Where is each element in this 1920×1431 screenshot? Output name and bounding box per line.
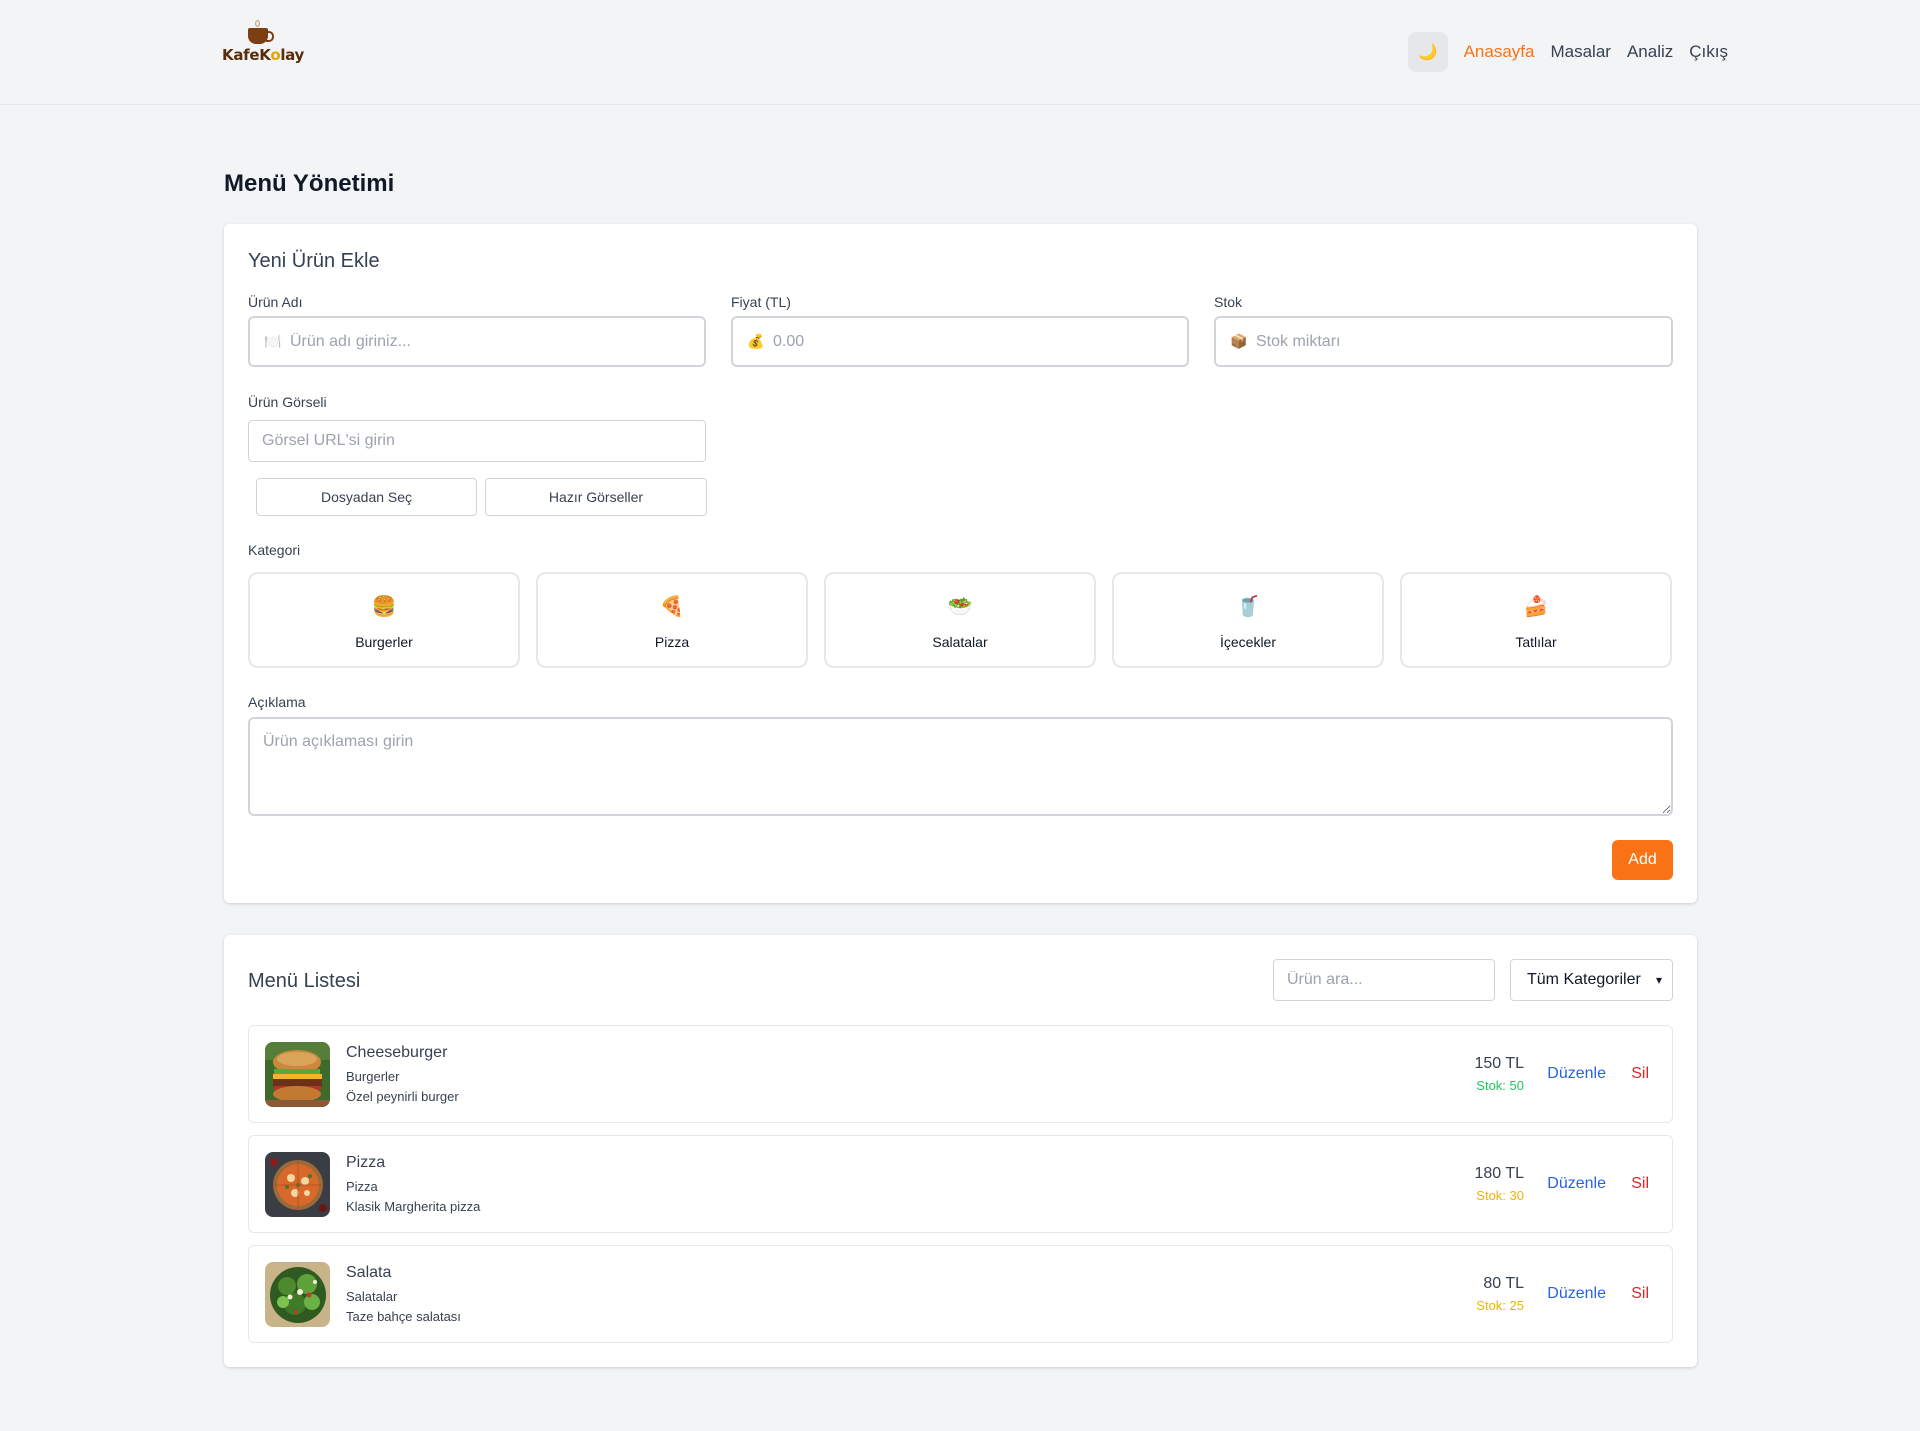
menu-item-category: Pizza — [346, 1179, 378, 1194]
menu-item-description: Özel peynirli burger — [346, 1089, 459, 1104]
burger-icon: 🍔 — [371, 596, 397, 618]
product-name-input[interactable] — [290, 332, 664, 351]
category-option-label: Pizza — [654, 634, 690, 650]
salad-icon: 🥗 — [947, 596, 973, 618]
menu-item-price: 150 TL — [1474, 1055, 1524, 1072]
delete-button[interactable]: Sil — [1631, 1065, 1649, 1083]
category-option-label: İçecekler — [1219, 634, 1277, 650]
menu-item-description: Klasik Margherita pizza — [346, 1199, 481, 1214]
product-search-input[interactable] — [1273, 959, 1495, 1001]
menu-item-name: Salata — [346, 1264, 392, 1281]
category-option-tatlilar[interactable]: 🍰 Tatlılar — [1400, 572, 1672, 668]
menu-item-stock: Stok: 50 — [1476, 1078, 1524, 1093]
choose-file-button[interactable]: Dosyadan Seç — [256, 478, 477, 516]
category-filter-value: Tüm Kategoriler — [1527, 971, 1641, 988]
menu-item-description: Taze bahçe salatası — [346, 1309, 461, 1324]
product-name-field[interactable]: 🍽️ — [248, 316, 706, 367]
package-icon: 📦 — [1230, 333, 1248, 349]
menu-list-title: Menü Listesi — [248, 970, 361, 992]
add-product-title: Yeni Ürün Ekle — [248, 250, 380, 272]
drink-icon: 🥤 — [1235, 596, 1261, 618]
add-product-card: Yeni Ürün Ekle Ürün Adı 🍽️ Fiyat (TL) 💰 … — [224, 224, 1697, 903]
nav-link-anasayfa[interactable]: Anasayfa — [1464, 42, 1535, 62]
category-option-icecekler[interactable]: 🥤 İçecekler — [1112, 572, 1384, 668]
menu-item-name: Cheeseburger — [346, 1044, 448, 1061]
category-option-salatalar[interactable]: 🥗 Salatalar — [824, 572, 1096, 668]
stock-label: Stok — [1214, 294, 1243, 310]
stock-input[interactable] — [1256, 332, 1631, 351]
cake-icon: 🍰 — [1523, 596, 1549, 618]
theme-toggle-button[interactable]: 🌙 — [1407, 32, 1448, 72]
nav-link-analiz[interactable]: Analiz — [1627, 42, 1673, 62]
menu-item-stock: Stok: 30 — [1476, 1188, 1524, 1203]
main-nav: 🌙 Anasayfa Masalar Analiz Çıkış — [1407, 32, 1728, 72]
product-thumbnail — [265, 1262, 330, 1327]
pizza-icon: 🍕 — [659, 596, 685, 618]
category-option-pizza[interactable]: 🍕 Pizza — [536, 572, 808, 668]
description-label: Açıklama — [248, 694, 306, 710]
logo-text: KafeKolay — [222, 46, 305, 64]
moon-icon: 🌙 — [1417, 44, 1438, 61]
product-name-label: Ürün Adı — [248, 294, 303, 310]
menu-item-row: Cheeseburger Burgerler Özel peynirli bur… — [248, 1025, 1673, 1123]
money-bag-icon: 💰 — [747, 333, 765, 349]
product-thumbnail — [265, 1042, 330, 1107]
plate-icon: 🍽️ — [264, 333, 282, 349]
edit-button[interactable]: Düzenle — [1547, 1175, 1606, 1193]
menu-item-row: Pizza Pizza Klasik Margherita pizza 180 … — [248, 1135, 1673, 1233]
add-product-button[interactable]: Add — [1612, 840, 1673, 880]
price-input[interactable] — [773, 332, 1147, 351]
logo[interactable]: KafeKolay — [222, 20, 304, 66]
menu-item-row: Salata Salatalar Taze bahçe salatası 80 … — [248, 1245, 1673, 1343]
product-thumbnail — [265, 1152, 330, 1217]
page-title: Menü Yönetimi — [224, 170, 395, 197]
menu-item-price: 180 TL — [1474, 1165, 1524, 1182]
nav-link-logout[interactable]: Çıkış — [1689, 42, 1728, 62]
preset-images-button[interactable]: Hazır Görseller — [485, 478, 707, 516]
chevron-down-icon: ▾ — [1655, 973, 1662, 987]
delete-button[interactable]: Sil — [1631, 1175, 1649, 1193]
price-label: Fiyat (TL) — [731, 294, 791, 310]
product-image-label: Ürün Görseli — [248, 394, 327, 410]
stock-field[interactable]: 📦 — [1214, 316, 1673, 367]
menu-list-card: Menü Listesi Tüm Kategoriler ▾ Cheesebur… — [224, 935, 1697, 1367]
menu-item-stock: Stok: 25 — [1476, 1298, 1524, 1313]
coffee-cup-icon — [248, 28, 274, 44]
edit-button[interactable]: Düzenle — [1547, 1065, 1606, 1083]
description-textarea[interactable] — [248, 717, 1673, 816]
top-navbar: KafeKolay 🌙 Anasayfa Masalar Analiz Çıkı… — [0, 0, 1920, 105]
menu-item-category: Salatalar — [346, 1289, 398, 1304]
category-option-burgerler[interactable]: 🍔 Burgerler — [248, 572, 520, 668]
nav-link-masalar[interactable]: Masalar — [1550, 42, 1610, 62]
logo-steam-icon — [255, 20, 260, 27]
edit-button[interactable]: Düzenle — [1547, 1285, 1606, 1303]
menu-item-name: Pizza — [346, 1154, 386, 1171]
menu-item-price: 80 TL — [1483, 1275, 1524, 1292]
category-filter-select[interactable]: Tüm Kategoriler ▾ — [1510, 959, 1673, 1001]
category-label: Kategori — [248, 542, 301, 558]
category-option-label: Burgerler — [355, 634, 413, 650]
category-option-label: Tatlılar — [1515, 634, 1557, 650]
category-option-label: Salatalar — [932, 634, 988, 650]
price-field[interactable]: 💰 — [731, 316, 1189, 367]
image-url-input[interactable] — [248, 420, 706, 462]
menu-item-category: Burgerler — [346, 1069, 400, 1084]
delete-button[interactable]: Sil — [1631, 1285, 1649, 1303]
